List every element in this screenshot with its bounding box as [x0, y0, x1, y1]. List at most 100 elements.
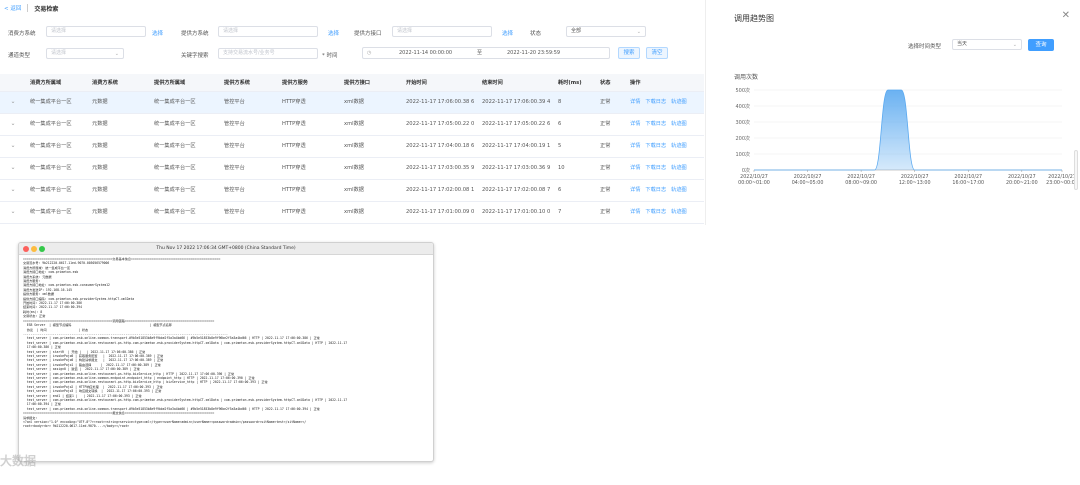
table-cell: 8 — [554, 91, 596, 114]
table-cell: 2022-11-17 17:03:00.35 9 — [402, 157, 478, 180]
table-cell: 统一集成平台一区 — [26, 91, 88, 114]
header-divider — [27, 4, 29, 12]
table-cell: 统一集成平台一区 — [26, 135, 88, 158]
table-cell: 元数据 — [88, 201, 150, 224]
provider-select-link[interactable]: 选择 — [328, 29, 339, 37]
trace-graph-link[interactable]: 轨迹图 — [671, 187, 687, 193]
end-time: 2022-11-20 23:59:59 — [507, 50, 561, 56]
x-tick-label: 2022/10/27 — [740, 174, 768, 180]
table-cell: xml数据 — [340, 179, 402, 202]
download-log-link[interactable]: 下载日志 — [645, 209, 666, 215]
table-row[interactable]: ⌄ 统一集成平台一区 元数据 统一集成平台一区 管控平台 HTTP穿透 xml数据 2022-… — [0, 135, 704, 158]
close-icon[interactable]: ✕ — [1062, 10, 1070, 21]
watermark: 大数据 — [0, 452, 36, 469]
column-header: 状态 — [596, 74, 626, 92]
row-actions: 详情 下载日志 轨迹图 — [626, 201, 704, 224]
detail-link[interactable]: 详情 — [630, 143, 640, 149]
table-row[interactable]: ⌄ 统一集成平台一区 元数据 统一集成平台一区 管控平台 HTTP穿透 xml数据 2022-… — [0, 201, 704, 224]
expand-row-icon[interactable]: ⌄ — [0, 201, 26, 224]
table-cell: 5 — [554, 135, 596, 158]
table-cell: 统一集成平台一区 — [150, 135, 220, 158]
expand-row-icon[interactable]: ⌄ — [0, 113, 26, 136]
channel-type-select[interactable]: 请选择 ⌄ — [46, 48, 124, 59]
table-row[interactable]: ⌄ 统一集成平台一区 元数据 统一集成平台一区 管控平台 HTTP穿透 xml数据 2022-… — [0, 91, 704, 114]
column-header: 提供方服务 — [278, 74, 340, 92]
table-cell: 2022-11-17 17:06:00.38 6 — [402, 91, 478, 114]
keyword-input[interactable]: 支持交易流水号/业务号 — [218, 48, 318, 59]
minimize-window-icon[interactable] — [31, 246, 37, 252]
table-cell: HTTP穿透 — [278, 113, 340, 136]
table-cell: 正常 — [596, 201, 626, 224]
expand-row-icon[interactable]: ⌄ — [0, 135, 26, 158]
table-cell: 正常 — [596, 91, 626, 114]
table-cell: 2022-11-17 17:05:00.22 0 — [402, 113, 478, 136]
consumer-system-input[interactable]: 请选择 — [46, 26, 146, 37]
trace-graph-link[interactable]: 轨迹图 — [671, 209, 687, 215]
table-cell: 6 — [554, 179, 596, 202]
table-cell: 统一集成平台一区 — [150, 91, 220, 114]
table-row[interactable]: ⌄ 统一集成平台一区 元数据 统一集成平台一区 管控平台 HTTP穿透 xml数据 2022-… — [0, 113, 704, 136]
consumer-system-label: 消费方系统 — [8, 31, 36, 37]
date-range-picker[interactable]: ◷ 2022-11-14 00:00:00 至 2022-11-20 23:59… — [362, 47, 610, 59]
table-cell: 2022-11-17 17:03:00.36 9 — [478, 157, 554, 180]
download-log-link[interactable]: 下载日志 — [645, 165, 666, 171]
log-window: Thu Nov 17 2022 17:06:34 GMT+0800 (China… — [18, 242, 434, 462]
query-button[interactable]: 查询 — [1028, 39, 1054, 51]
detail-link[interactable]: 详情 — [630, 187, 640, 193]
scrollbar[interactable] — [1074, 150, 1078, 190]
column-header: 提供方所属域 — [150, 74, 220, 92]
table-row[interactable]: ⌄ 统一集成平台一区 元数据 统一集成平台一区 管控平台 HTTP穿透 xml数据 2022-… — [0, 157, 704, 180]
table-cell: HTTP穿透 — [278, 201, 340, 224]
table-cell: 2022-11-17 17:01:00.09 0 — [402, 201, 478, 224]
table-cell: 2022-11-17 17:04:00.18 6 — [402, 135, 478, 158]
y-tick-label: 400次 — [735, 103, 750, 110]
expand-row-icon[interactable]: ⌄ — [0, 91, 26, 114]
time-type-select[interactable]: 当天 ⌄ — [952, 39, 1022, 50]
table-row[interactable]: ⌄ 统一集成平台一区 元数据 统一集成平台一区 管控平台 HTTP穿透 xml数据 2022-… — [0, 179, 704, 202]
time-type-value: 当天 — [957, 41, 968, 47]
table-cell: xml数据 — [340, 201, 402, 224]
log-window-title: Thu Nov 17 2022 17:06:34 GMT+0800 (China… — [156, 246, 296, 251]
expand-row-icon[interactable]: ⌄ — [0, 157, 26, 180]
page-title: 交易检索 — [34, 5, 59, 13]
column-header: 耗时(ms) — [554, 74, 596, 92]
table-cell: 统一集成平台一区 — [150, 201, 220, 224]
table-cell: 正常 — [596, 135, 626, 158]
y-tick-label: 500次 — [735, 87, 750, 94]
trace-graph-link[interactable]: 轨迹图 — [671, 99, 687, 105]
time-type-label: 选择时间类型 — [908, 44, 942, 50]
download-log-link[interactable]: 下载日志 — [645, 143, 666, 149]
detail-link[interactable]: 详情 — [630, 209, 640, 215]
download-log-link[interactable]: 下载日志 — [645, 187, 666, 193]
status-select[interactable]: 全部 ⌄ — [566, 26, 646, 37]
detail-link[interactable]: 详情 — [630, 99, 640, 105]
x-tick-label: 2022/10/27 — [1048, 174, 1076, 180]
table-cell: 管控平台 — [220, 201, 278, 224]
trace-graph-link[interactable]: 轨迹图 — [671, 121, 687, 127]
x-tick-label: 2022/10/27 — [847, 174, 875, 180]
expand-row-icon[interactable]: ⌄ — [0, 179, 26, 202]
close-window-icon[interactable] — [23, 246, 29, 252]
consumer-select-link[interactable]: 选择 — [152, 29, 163, 37]
interface-select-link[interactable]: 选择 — [502, 29, 513, 37]
table-cell: xml数据 — [340, 157, 402, 180]
detail-link[interactable]: 详情 — [630, 165, 640, 171]
column-header: 提供方接口 — [340, 74, 402, 92]
table-cell: HTTP穿透 — [278, 135, 340, 158]
download-log-link[interactable]: 下载日志 — [645, 121, 666, 127]
search-button[interactable]: 搜索 — [618, 47, 640, 59]
maximize-window-icon[interactable] — [39, 246, 45, 252]
clear-button[interactable]: 清空 — [646, 47, 668, 59]
provider-system-input[interactable]: 请选择 — [218, 26, 318, 37]
trace-graph-link[interactable]: 轨迹图 — [671, 143, 687, 149]
download-log-link[interactable]: 下载日志 — [645, 99, 666, 105]
back-link[interactable]: < 返回 — [4, 4, 21, 12]
trace-graph-link[interactable]: 轨迹图 — [671, 165, 687, 171]
panel-title: 调用趋势图 — [734, 14, 774, 23]
status-label: 状态 — [530, 31, 542, 37]
log-line: root><body><br> 9b212220-0617-11ed-9070-… — [23, 424, 130, 429]
page-header: < 返回 交易检索 — [0, 0, 704, 16]
detail-link[interactable]: 详情 — [630, 121, 640, 127]
y-tick-label: 300次 — [735, 119, 750, 126]
provider-interface-input[interactable]: 请选择 — [392, 26, 492, 37]
